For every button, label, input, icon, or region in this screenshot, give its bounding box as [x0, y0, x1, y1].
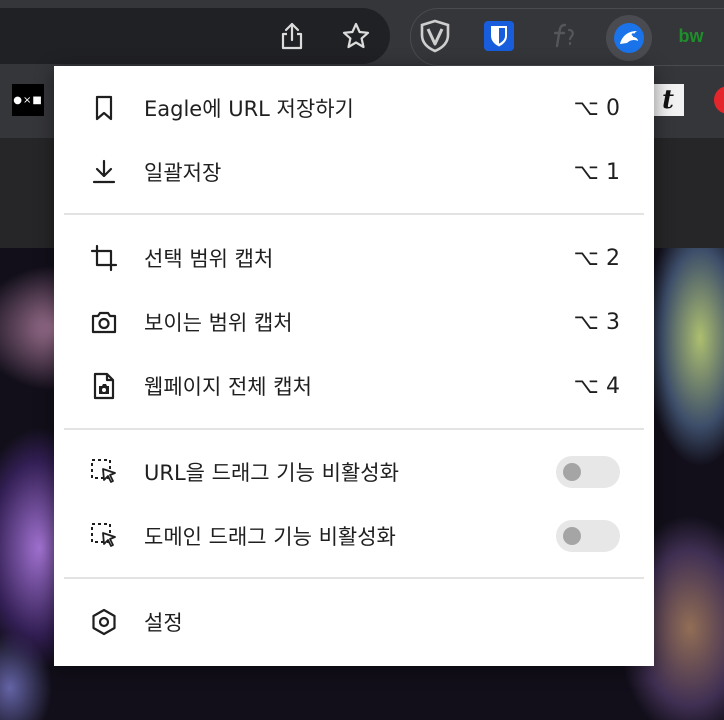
eagle-extension-menu: Eagle에 URL 저장하기 ⌥ 0 일괄저장 ⌥ 1 선택 범위 캡처 ⌥ …	[54, 66, 654, 666]
menu-separator	[64, 213, 644, 215]
bookmark-t[interactable]: t	[652, 84, 684, 116]
dashed-selection-cursor-icon	[90, 458, 118, 486]
menu-item-label: 보이는 범위 캡처	[144, 311, 293, 335]
formula-icon	[553, 23, 574, 48]
toggle-knob	[563, 463, 581, 481]
eagle-icon	[614, 23, 644, 53]
camera-icon	[90, 308, 118, 336]
page-camera-icon	[90, 372, 118, 400]
menu-item-capture-full-page[interactable]: 웹페이지 전체 캡처 ⌥ 4	[54, 358, 654, 414]
star-icon	[342, 22, 370, 49]
bookmark-oxo[interactable]: ●×■	[12, 84, 44, 116]
menu-item-batch-save[interactable]: 일괄저장 ⌥ 1	[54, 144, 654, 200]
menu-item-label: 선택 범위 캡처	[144, 247, 274, 271]
crop-icon	[90, 244, 118, 272]
address-bar-end[interactable]	[0, 8, 390, 64]
share-icon	[281, 22, 303, 50]
url-drag-toggle[interactable]	[556, 456, 620, 488]
shortcut-label: ⌥ 3	[573, 309, 620, 335]
oxo-logo-icon: ●×■	[13, 94, 43, 106]
menu-item-save-url[interactable]: Eagle에 URL 저장하기 ⌥ 0	[54, 80, 654, 136]
menu-item-label: 웹페이지 전체 캡처	[144, 375, 312, 399]
extension-bitwarden[interactable]	[478, 15, 520, 57]
bw-text-icon: bw	[678, 25, 704, 46]
shield-v-icon	[420, 19, 450, 53]
menu-item-label: Eagle에 URL 저장하기	[144, 97, 354, 121]
dashed-selection-cursor-icon	[90, 522, 118, 550]
menu-item-label: URL을 드래그 기능 비활성화	[144, 461, 399, 485]
bookmark-star-button[interactable]	[336, 16, 376, 56]
extension-eagle-active[interactable]	[606, 15, 652, 61]
menu-item-label: 도메인 드래그 기능 비활성화	[144, 525, 396, 549]
shortcut-label: ⌥ 4	[573, 373, 620, 399]
share-button[interactable]	[272, 16, 312, 56]
extension-bw[interactable]: bw	[670, 15, 712, 57]
menu-item-label: 일괄저장	[144, 161, 222, 185]
menu-item-capture-selection[interactable]: 선택 범위 캡처 ⌥ 2	[54, 230, 654, 286]
menu-item-capture-visible[interactable]: 보이는 범위 캡처 ⌥ 3	[54, 294, 654, 350]
toggle-knob	[563, 527, 581, 545]
extension-shield[interactable]	[414, 15, 456, 57]
menu-separator	[64, 577, 644, 579]
browser-toolbar: bw	[0, 0, 724, 66]
shortcut-label: ⌥ 1	[573, 159, 620, 185]
menu-item-label: 설정	[144, 611, 183, 635]
bitwarden-icon	[484, 21, 514, 51]
extension-faded[interactable]	[542, 15, 584, 57]
menu-item-settings[interactable]: 설정	[54, 594, 654, 650]
menu-item-disable-url-drag[interactable]: URL을 드래그 기능 비활성화	[54, 444, 654, 500]
settings-hexagon-icon	[90, 608, 118, 636]
menu-separator	[64, 428, 644, 430]
bookmark-icon	[90, 94, 118, 122]
download-icon	[90, 158, 118, 186]
shortcut-label: ⌥ 2	[573, 245, 620, 271]
shortcut-label: ⌥ 0	[573, 95, 620, 121]
menu-item-disable-domain-drag[interactable]: 도메인 드래그 기능 비활성화	[54, 508, 654, 564]
domain-drag-toggle[interactable]	[556, 520, 620, 552]
t-logo-icon: t	[661, 85, 674, 115]
